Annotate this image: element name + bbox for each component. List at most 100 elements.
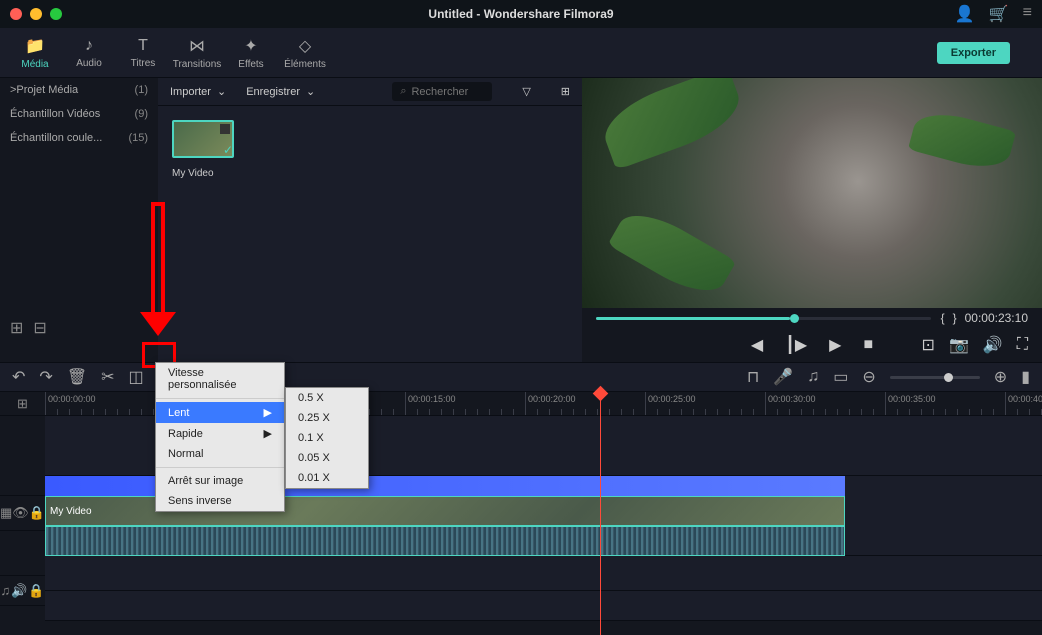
media-sidebar: >Projet Média (1) Échantillon Vidéos (9)… (0, 78, 158, 362)
user-icon[interactable]: 👤 (955, 4, 975, 24)
maximize-window-button[interactable] (50, 8, 62, 20)
tab-label: Effets (238, 59, 263, 70)
seek-slider[interactable] (596, 317, 931, 320)
timeline-gutter: ⊞ ▦ 👁 🔒 ♫ 🔊 🔒 (0, 392, 45, 635)
mic-icon[interactable]: 🎤 (773, 367, 793, 387)
redo-icon[interactable]: ↷ (39, 367, 52, 387)
preview-viewport (582, 78, 1042, 308)
tab-label: Titres (131, 58, 156, 69)
menu-slow[interactable]: Lent ▶ (156, 402, 284, 423)
snapshot-icon[interactable]: 📷 (949, 335, 969, 355)
slow-option[interactable]: 0.25 X (286, 408, 368, 428)
preview-controls: { } 00:00:23:10 ◀ ┃▶ ▶ ■ ⊡ 📷 🔊 ⛶ (582, 308, 1042, 362)
zoom-in-icon[interactable]: ⊕ (994, 367, 1007, 387)
volume-icon[interactable]: 🔊 (983, 335, 1003, 355)
search-input[interactable] (411, 86, 481, 98)
sidebar-item-count: (9) (135, 108, 148, 120)
render-icon[interactable]: ▭ (833, 367, 848, 387)
cart-icon[interactable]: 🛒 (989, 4, 1009, 24)
mixer-icon[interactable]: ♫ (807, 368, 819, 386)
import-dropdown[interactable]: Importer ⌄ (170, 85, 226, 98)
tab-elements[interactable]: ◇ Éléments (278, 28, 332, 78)
zoom-out-icon[interactable]: ⊖ (862, 367, 875, 387)
media-thumbnail[interactable]: ✓ My Video (172, 120, 234, 179)
sidebar-item-count: (15) (128, 132, 148, 144)
sidebar-item-label: >Projet Média (10, 84, 78, 96)
add-track-icon[interactable]: ⊞ (17, 396, 28, 412)
bracket-close-icon[interactable]: } (953, 311, 957, 325)
clip-name: My Video (50, 506, 92, 517)
speed-context-menu: Vitesse personnalisée Lent ▶ Rapide ▶ No… (155, 362, 285, 512)
zoom-slider[interactable] (890, 376, 980, 379)
visibility-icon[interactable]: 👁 (12, 505, 29, 521)
menu-fast[interactable]: Rapide ▶ (156, 423, 284, 444)
lock-icon[interactable]: 🔒 (29, 505, 45, 521)
remove-folder-icon[interactable]: ⊟ (33, 318, 46, 338)
media-grid: ✓ My Video (158, 106, 582, 193)
close-window-button[interactable] (10, 8, 22, 20)
tab-label: Éléments (284, 59, 326, 70)
slow-option[interactable]: 0.05 X (286, 448, 368, 468)
slow-option[interactable]: 0.5 X (286, 388, 368, 408)
playhead[interactable] (600, 392, 601, 635)
lock-icon[interactable]: 🔒 (28, 583, 44, 599)
tab-transitions[interactable]: ⋈ Transitions (170, 28, 224, 78)
slow-option[interactable]: 0.1 X (286, 428, 368, 448)
tab-label: Audio (76, 58, 102, 69)
add-folder-icon[interactable]: ⊞ (10, 318, 23, 338)
tab-audio[interactable]: ♪ Audio (62, 28, 116, 78)
tab-titles[interactable]: T Titres (116, 28, 170, 78)
audio-track-icon[interactable]: ♫ (0, 583, 10, 598)
menu-reverse[interactable]: Sens inverse (156, 491, 284, 511)
fullscreen-icon[interactable]: ⛶ (1017, 336, 1028, 354)
import-label: Importer (170, 86, 211, 98)
next-frame-button[interactable]: ┃▶ (785, 335, 807, 355)
display-icon[interactable]: ⊡ (922, 335, 935, 355)
prev-frame-button[interactable]: ◀ (751, 335, 763, 355)
menu-normal[interactable]: Normal (156, 444, 284, 464)
stop-button[interactable]: ■ (863, 336, 873, 354)
bracket-open-icon[interactable]: { (941, 311, 945, 325)
sidebar-item-sample-colors[interactable]: Échantillon coule... (15) (0, 126, 158, 150)
filter-icon[interactable]: ▽ (522, 85, 530, 98)
sidebar-item-count: (1) (135, 84, 148, 96)
minimize-window-button[interactable] (30, 8, 42, 20)
video-track-icon[interactable]: ▦ (0, 505, 12, 521)
tab-effects[interactable]: ✦ Effets (224, 28, 278, 78)
menu-freeze-frame[interactable]: Arrêt sur image (156, 471, 284, 491)
crop-icon[interactable]: ◫ (129, 367, 144, 387)
delete-icon[interactable]: 🗑 (67, 367, 87, 387)
sidebar-item-project[interactable]: >Projet Média (1) (0, 78, 158, 102)
slow-option[interactable]: 0.01 X (286, 468, 368, 488)
tab-media[interactable]: 📁 Média (8, 28, 62, 78)
grid-view-icon[interactable]: ⊞ (561, 85, 570, 98)
cut-icon[interactable]: ✂ (101, 367, 114, 387)
export-button[interactable]: Exporter (937, 42, 1010, 64)
preview-panel: { } 00:00:23:10 ◀ ┃▶ ▶ ■ ⊡ 📷 🔊 ⛶ (582, 78, 1042, 362)
window-title: Untitled - Wondershare Filmora9 (428, 7, 613, 21)
check-icon: ✓ (223, 143, 233, 157)
menu-custom-speed[interactable]: Vitesse personnalisée (156, 363, 284, 395)
mute-icon[interactable]: 🔊 (11, 583, 27, 599)
marker-icon[interactable]: ⊓ (747, 367, 759, 387)
sidebar-item-label: Échantillon coule... (10, 132, 102, 144)
transitions-icon: ⋈ (189, 36, 205, 56)
submenu-arrow-icon: ▶ (264, 406, 272, 419)
zoom-fit-icon[interactable]: ▮ (1021, 367, 1030, 387)
menu-icon[interactable]: ≡ (1023, 4, 1032, 24)
audio-clip[interactable] (45, 526, 845, 556)
music-icon: ♪ (85, 37, 93, 55)
tab-label: Média (21, 59, 48, 70)
save-label: Enregistrer (246, 86, 300, 98)
elements-icon: ◇ (299, 36, 311, 56)
main-tabbar: 📁 Média ♪ Audio T Titres ⋈ Transitions ✦… (0, 28, 1042, 78)
titlebar: Untitled - Wondershare Filmora9 👤 🛒 ≡ (0, 0, 1042, 28)
sidebar-item-sample-videos[interactable]: Échantillon Vidéos (9) (0, 102, 158, 126)
save-dropdown[interactable]: Enregistrer ⌄ (246, 85, 315, 98)
play-button[interactable]: ▶ (829, 335, 841, 355)
media-toolbar: Importer ⌄ Enregistrer ⌄ ⌕ ▽ ⊞ (158, 78, 582, 106)
media-panel: Importer ⌄ Enregistrer ⌄ ⌕ ▽ ⊞ ✓ My Vide… (158, 78, 582, 362)
tab-label: Transitions (173, 59, 222, 70)
search-box[interactable]: ⌕ (392, 82, 492, 101)
undo-icon[interactable]: ↶ (12, 367, 25, 387)
